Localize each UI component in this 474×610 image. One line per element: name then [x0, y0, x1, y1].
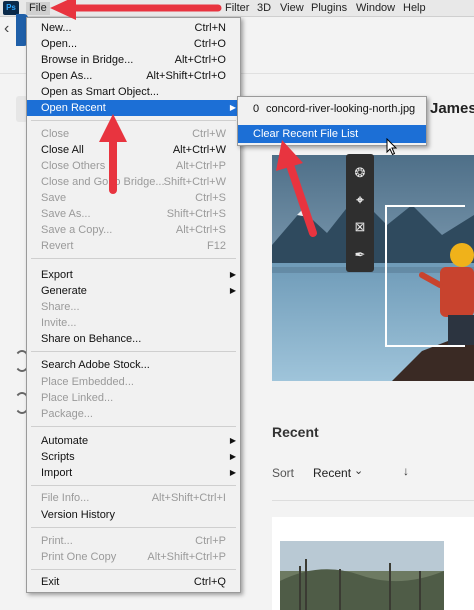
sort-dropdown[interactable]: Recent	[313, 466, 351, 480]
menu-item-close[interactable]: Close Ctrl+W	[27, 126, 240, 142]
menu-item-generate[interactable]: Generate ▶	[27, 283, 240, 299]
lasso-icon[interactable]: ❂	[346, 160, 374, 186]
menu-separator	[31, 351, 236, 352]
frame-icon[interactable]: ⊠	[346, 214, 374, 240]
menu-item-share[interactable]: Share...	[27, 299, 240, 315]
menu-item-place-linked[interactable]: Place Linked...	[27, 390, 240, 406]
menu-item-open-as-smart-object[interactable]: Open as Smart Object...	[27, 84, 240, 100]
menu-item-package[interactable]: Package...	[27, 406, 240, 422]
menu-window[interactable]: Window	[353, 2, 398, 15]
menu-item-close-all[interactable]: Close All Alt+Ctrl+W	[27, 142, 240, 158]
menu-item-share-on-behance[interactable]: Share on Behance...	[27, 331, 240, 347]
menu-view[interactable]: View	[277, 2, 307, 15]
menu-separator	[31, 485, 236, 486]
mouse-cursor-icon	[386, 138, 398, 156]
menu-help[interactable]: Help	[400, 2, 429, 15]
menu-item-save[interactable]: Save Ctrl+S	[27, 190, 240, 206]
crop-icon[interactable]: ⌖	[346, 187, 374, 213]
recent-file-item[interactable]: 0 concord-river-looking-north.jpg	[238, 100, 426, 118]
menu-item-browse-in-bridge[interactable]: Browse in Bridge... Alt+Ctrl+O	[27, 52, 240, 68]
menu-plugins[interactable]: Plugins	[308, 2, 350, 15]
file-menu: New... Ctrl+N Open... Ctrl+O Browse in Bri…	[26, 17, 241, 593]
menu-filter[interactable]: Filter	[222, 2, 252, 15]
recent-heading: Recent	[272, 424, 319, 440]
menu-item-save-as[interactable]: Save As... Shift+Ctrl+S	[27, 206, 240, 222]
crop-frame	[385, 205, 465, 347]
menu-item-scripts[interactable]: Scripts ▶	[27, 449, 240, 465]
menu-item-save-a-copy[interactable]: Save a Copy... Alt+Ctrl+S	[27, 222, 240, 238]
submenu-arrow-icon: ▶	[229, 103, 236, 112]
recent-file-thumbnail[interactable]	[280, 541, 444, 610]
menu-item-export[interactable]: Export ▶	[27, 267, 240, 283]
menu-item-open[interactable]: Open... Ctrl+O	[27, 36, 240, 52]
menu-item-file-info[interactable]: File Info... Alt+Shift+Ctrl+I	[27, 490, 240, 506]
menu-item-exit[interactable]: Exit Ctrl+Q	[27, 574, 240, 590]
menu-item-print-one-copy[interactable]: Print One Copy Alt+Shift+Ctrl+P	[27, 549, 240, 565]
tool-strip: ❂ ⌖ ⊠ ✒	[346, 154, 374, 272]
menu-separator	[31, 527, 236, 528]
submenu-arrow-icon: ▶	[229, 452, 236, 461]
menu-item-close-and-go-to-bridge[interactable]: Close and Go to Bridge... Shift+Ctrl+W	[27, 174, 240, 190]
sort-label: Sort	[272, 466, 295, 480]
menu-bar: Ps File Filter 3D View Plugins Window He…	[0, 0, 474, 17]
menu-item-place-embedded[interactable]: Place Embedded...	[27, 374, 240, 390]
menu-separator	[31, 569, 236, 570]
menu-3d[interactable]: 3D	[254, 2, 274, 15]
eyedropper-icon[interactable]: ✒	[346, 242, 374, 268]
divider	[272, 500, 474, 501]
submenu-arrow-icon: ▶	[229, 270, 236, 279]
submenu-arrow-icon: ▶	[229, 436, 236, 445]
menu-item-import[interactable]: Import ▶	[27, 465, 240, 481]
menu-item-new[interactable]: New... Ctrl+N	[27, 20, 240, 36]
menu-item-revert[interactable]: Revert F12	[27, 238, 240, 254]
menu-item-version-history[interactable]: Version History	[27, 507, 240, 523]
submenu-arrow-icon: ▶	[229, 286, 236, 295]
photoshop-logo: Ps	[3, 1, 19, 15]
menu-separator	[31, 426, 236, 427]
welcome-name: James	[430, 100, 474, 117]
menu-item-close-others[interactable]: Close Others Alt+Ctrl+P	[27, 158, 240, 174]
menu-separator	[31, 258, 236, 259]
menu-item-search-adobe-stock[interactable]: Search Adobe Stock...	[27, 357, 240, 373]
menu-item-automate[interactable]: Automate ▶	[27, 433, 240, 449]
menu-item-print[interactable]: Print... Ctrl+P	[27, 533, 240, 549]
back-arrow-icon[interactable]: ‹	[4, 20, 9, 38]
submenu-arrow-icon: ▶	[229, 468, 236, 477]
menu-item-invite[interactable]: Invite...	[27, 315, 240, 331]
menu-item-open-recent[interactable]: Open Recent ▶	[27, 100, 240, 116]
menu-item-open-as[interactable]: Open As... Alt+Shift+Ctrl+O	[27, 68, 240, 84]
sort-direction-icon[interactable]: ↓	[403, 464, 409, 478]
chevron-down-icon[interactable]: ⌄	[354, 464, 363, 477]
menu-separator	[31, 120, 236, 121]
menu-file[interactable]: File	[26, 2, 50, 15]
